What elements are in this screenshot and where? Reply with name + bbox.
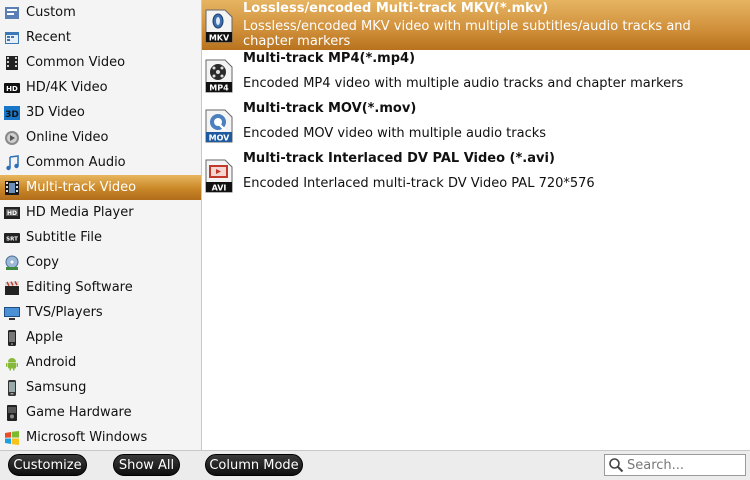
sidebar-item-tvs-players[interactable]: TVS/Players <box>0 300 201 325</box>
sidebar-item-editing-software[interactable]: Editing Software <box>0 275 201 300</box>
show-all-button[interactable]: Show All <box>113 454 180 476</box>
customize-button[interactable]: Customize <box>8 454 87 476</box>
sidebar-item-hd-media-player[interactable]: HD HD Media Player <box>0 200 201 225</box>
format-description: Encoded MP4 video with multiple audio tr… <box>243 76 684 91</box>
format-list: MKV Lossless/encoded Multi-track MKV(*.m… <box>202 0 750 450</box>
sidebar-item-recent[interactable]: Recent <box>0 25 201 50</box>
search-box[interactable] <box>604 454 746 476</box>
bottom-toolbar: Customize Show All Column Mode <box>0 450 750 480</box>
sidebar-item-copy[interactable]: Copy <box>0 250 201 275</box>
film-strip-icon <box>4 180 20 196</box>
sidebar-item-label: Custom <box>26 5 76 20</box>
svg-text:SRT: SRT <box>6 236 18 242</box>
format-item-avi[interactable]: AVI Multi-track Interlaced DV PAL Video … <box>202 150 750 200</box>
sidebar-item-apple[interactable]: Apple <box>0 325 201 350</box>
svg-text:MOV: MOV <box>209 134 231 143</box>
sidebar-item-android[interactable]: Android <box>0 350 201 375</box>
sidebar-item-game-hardware[interactable]: Game Hardware <box>0 400 201 425</box>
hd-icon: HD <box>4 80 20 96</box>
format-description: Encoded MOV video with multiple audio tr… <box>243 126 547 141</box>
online-video-icon <box>4 130 20 146</box>
sidebar-item-label: 3D Video <box>26 105 85 120</box>
film-icon <box>4 55 20 71</box>
sidebar-item-label: Common Audio <box>26 155 126 170</box>
sidebar-item-label: Android <box>26 355 77 370</box>
gamepad-icon <box>4 404 20 421</box>
sidebar-item-label: TVS/Players <box>26 305 103 320</box>
svg-text:3D: 3D <box>5 110 19 120</box>
sidebar-item-label: Editing Software <box>26 280 133 295</box>
phone-icon <box>4 329 20 346</box>
format-title: Lossless/encoded Multi-track MKV(*.mkv) <box>243 1 549 16</box>
sidebar-item-label: Common Video <box>26 55 126 70</box>
format-description: Lossless/encoded MKV video with multiple… <box>243 19 691 49</box>
format-title: Multi-track MOV(*.mov) <box>243 101 417 116</box>
format-item-mkv[interactable]: MKV Lossless/encoded Multi-track MKV(*.m… <box>202 0 750 50</box>
svg-text:MKV: MKV <box>209 34 230 43</box>
sidebar-item-label: HD Media Player <box>26 205 134 220</box>
format-description: Encoded Interlaced multi-track DV Video … <box>243 176 595 191</box>
sidebar-item-multi-track-video[interactable]: Multi-track Video <box>0 175 201 200</box>
search-icon <box>608 457 624 473</box>
sidebar-item-3d-video[interactable]: 3D 3D Video <box>0 100 201 125</box>
format-item-mp4[interactable]: MP4 Multi-track MP4(*.mp4) Encoded MP4 v… <box>202 50 750 100</box>
sidebar-item-label: Samsung <box>26 380 87 395</box>
hd-player-icon: HD <box>4 205 20 221</box>
format-title: Multi-track Interlaced DV PAL Video (*.a… <box>243 151 555 166</box>
mp4-file-icon: MP4 <box>205 59 233 93</box>
subtitle-icon: SRT <box>4 230 20 246</box>
mov-file-icon: MOV <box>205 109 233 143</box>
sidebar-item-samsung[interactable]: Samsung <box>0 375 201 400</box>
sidebar-item-label: HD/4K Video <box>26 80 108 95</box>
sidebar-item-label: Copy <box>26 255 59 270</box>
clapperboard-icon <box>4 280 20 296</box>
sidebar-item-label: Recent <box>26 30 71 45</box>
sidebar-item-online-video[interactable]: Online Video <box>0 125 201 150</box>
sidebar-item-common-video[interactable]: Common Video <box>0 50 201 75</box>
sidebar-item-hd-4k-video[interactable]: HD HD/4K Video <box>0 75 201 100</box>
sidebar-item-custom[interactable]: Custom <box>0 0 201 25</box>
copy-icon <box>4 255 20 271</box>
search-input[interactable] <box>627 457 737 473</box>
music-note-icon <box>4 154 20 171</box>
sidebar-item-label: Apple <box>26 330 64 345</box>
sidebar-item-label: Multi-track Video <box>26 180 137 195</box>
recent-icon <box>4 30 20 46</box>
3d-icon: 3D <box>4 105 20 121</box>
svg-text:HD: HD <box>6 85 18 93</box>
svg-text:AVI: AVI <box>212 184 227 193</box>
custom-icon <box>4 5 20 21</box>
avi-file-icon: AVI <box>205 159 233 193</box>
sidebar-item-label: Online Video <box>26 130 109 145</box>
category-sidebar: Custom Recent Common Video HD HD/4K Vide… <box>0 0 202 450</box>
sidebar-item-common-audio[interactable]: Common Audio <box>0 150 201 175</box>
sidebar-item-label: Microsoft Windows <box>26 430 148 445</box>
sidebar-item-label: Game Hardware <box>26 405 132 420</box>
svg-text:MP4: MP4 <box>209 84 229 93</box>
windows-icon <box>4 430 20 446</box>
format-item-mov[interactable]: MOV Multi-track MOV(*.mov) Encoded MOV v… <box>202 100 750 150</box>
android-icon <box>4 355 20 371</box>
svg-text:HD: HD <box>7 210 17 217</box>
format-title: Multi-track MP4(*.mp4) <box>243 51 416 66</box>
samsung-phone-icon <box>4 379 20 396</box>
sidebar-item-label: Subtitle File <box>26 230 103 245</box>
sidebar-item-subtitle-file[interactable]: SRT Subtitle File <box>0 225 201 250</box>
sidebar-item-microsoft-windows[interactable]: Microsoft Windows <box>0 425 201 450</box>
tv-icon <box>4 305 20 321</box>
mkv-file-icon: MKV <box>205 9 233 43</box>
column-mode-button[interactable]: Column Mode <box>205 454 303 476</box>
